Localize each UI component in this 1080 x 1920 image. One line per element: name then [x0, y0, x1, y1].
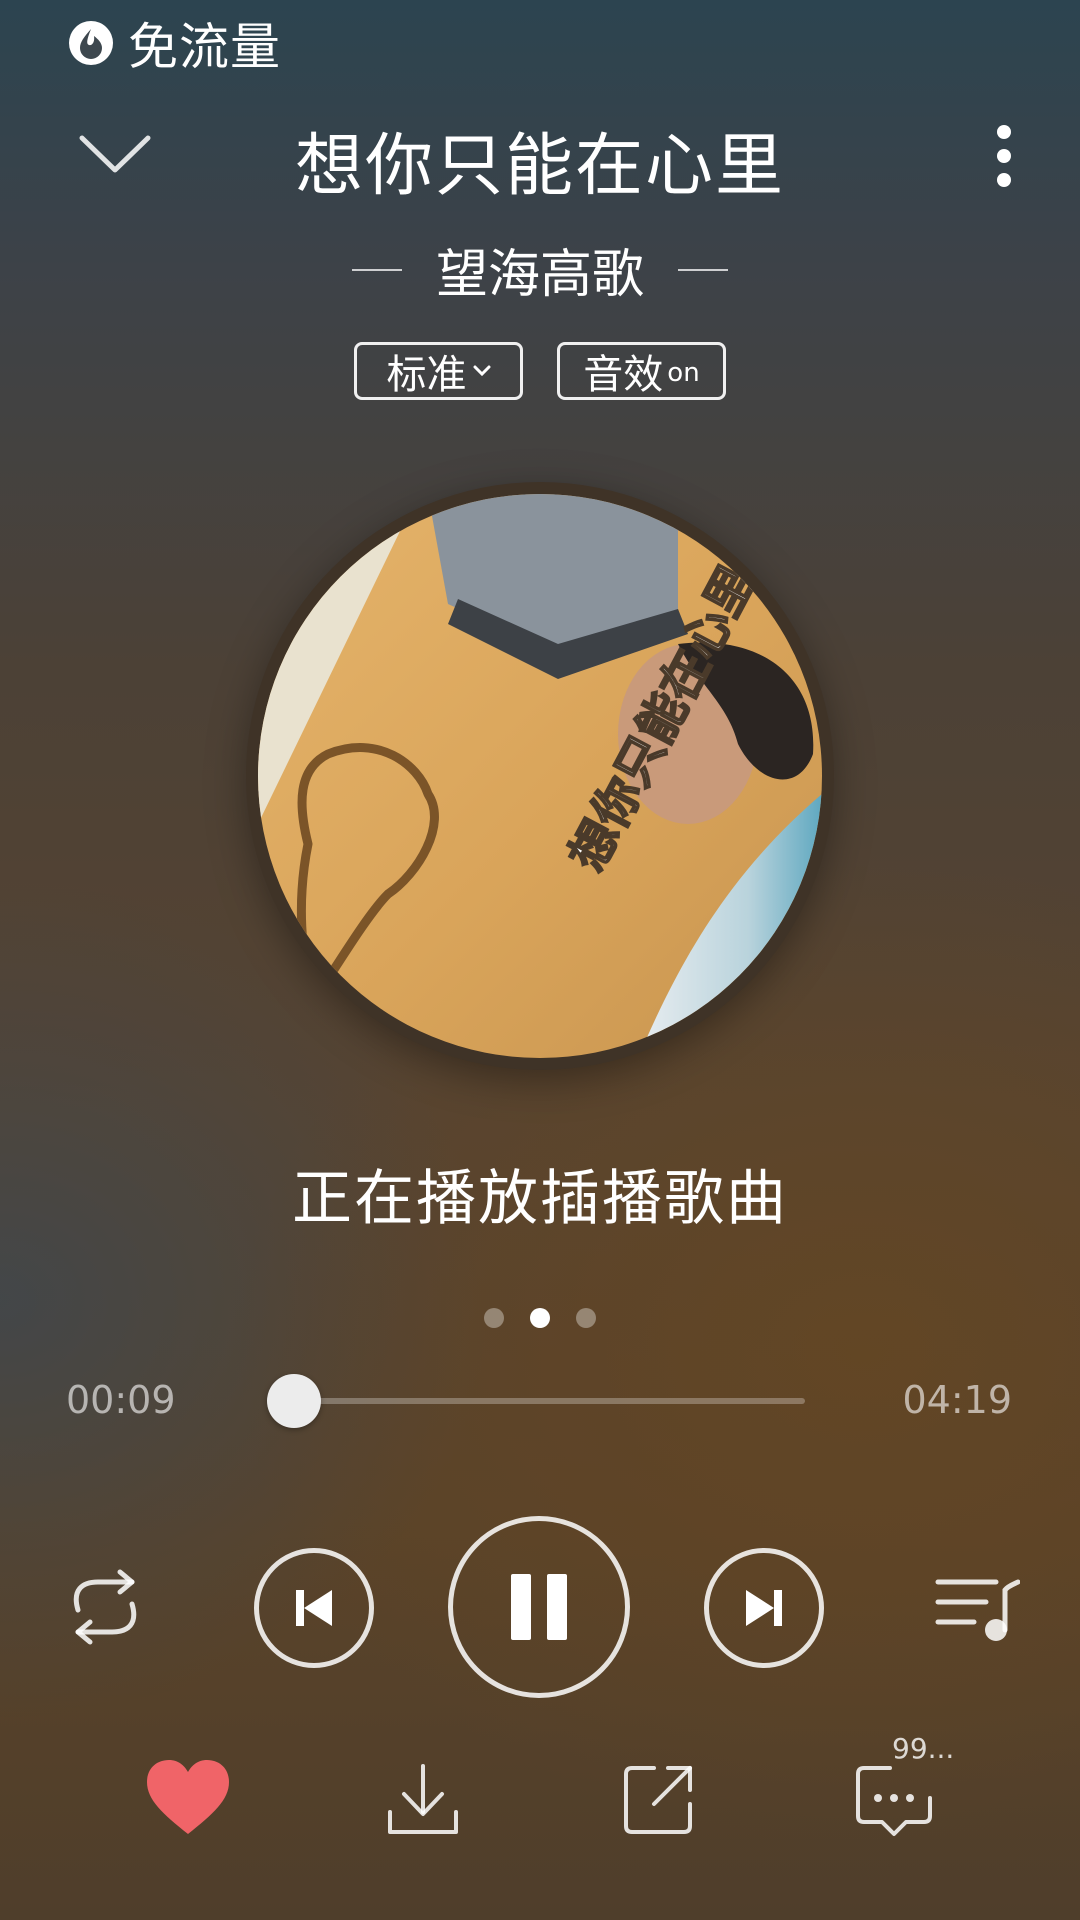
repeat-icon [73, 1569, 137, 1645]
sound-effect-toggle[interactable]: 音效 on [557, 342, 726, 400]
effect-state: on [667, 358, 700, 388]
app-logo-icon [69, 21, 113, 65]
page-dot-active[interactable] [530, 1308, 550, 1328]
page-indicator [0, 1308, 1080, 1328]
quality-label: 标准 [386, 352, 467, 398]
playlist-button[interactable] [934, 1572, 1020, 1644]
song-title: 想你只能在心里 [294, 127, 785, 206]
comment-count: 99... [892, 1732, 955, 1765]
playlist-music-icon [935, 1579, 1020, 1641]
previous-button[interactable] [254, 1548, 374, 1668]
album-cover-image: 望海高歌2017推出最新国语 想你只能在心里 [258, 494, 822, 1058]
page-dot[interactable] [576, 1308, 596, 1328]
page-dot[interactable] [484, 1308, 504, 1328]
pause-icon [511, 1574, 567, 1640]
divider [351, 268, 402, 271]
skip-next-icon [746, 1590, 782, 1626]
share-icon [624, 1766, 692, 1834]
total-time: 04:19 [902, 1378, 1012, 1422]
skip-previous-icon [296, 1590, 332, 1626]
next-button[interactable] [704, 1548, 824, 1668]
repeat-button[interactable] [62, 1568, 148, 1646]
download-button[interactable] [378, 1754, 468, 1844]
now-playing-status: 正在播放插播歌曲 [292, 1164, 788, 1234]
free-flow-indicator: 免流量 [68, 12, 281, 76]
artist-name[interactable]: 望海高歌 [436, 232, 644, 307]
chevron-down-small-icon [473, 365, 490, 377]
artist-row: 望海高歌 [0, 232, 1080, 307]
current-time: 00:09 [66, 1378, 176, 1422]
heart-icon [147, 1760, 229, 1834]
free-flow-label: 免流量 [128, 18, 281, 76]
progress-bar[interactable] [266, 1374, 805, 1428]
comment-button[interactable]: 99... [850, 1732, 954, 1844]
album-cover[interactable]: 望海高歌2017推出最新国语 想你只能在心里 [258, 494, 822, 1058]
comment-icon [856, 1766, 932, 1836]
pause-button[interactable] [448, 1516, 630, 1698]
progress-handle[interactable] [266, 1374, 321, 1428]
more-options-button[interactable] [984, 118, 1024, 196]
divider [678, 268, 728, 271]
like-button[interactable] [143, 1754, 233, 1844]
more-vertical-icon [997, 125, 1011, 187]
download-icon [388, 1764, 458, 1834]
share-button[interactable] [614, 1754, 704, 1844]
effect-label: 音效 [583, 352, 664, 398]
quality-selector[interactable]: 标准 [354, 342, 523, 400]
